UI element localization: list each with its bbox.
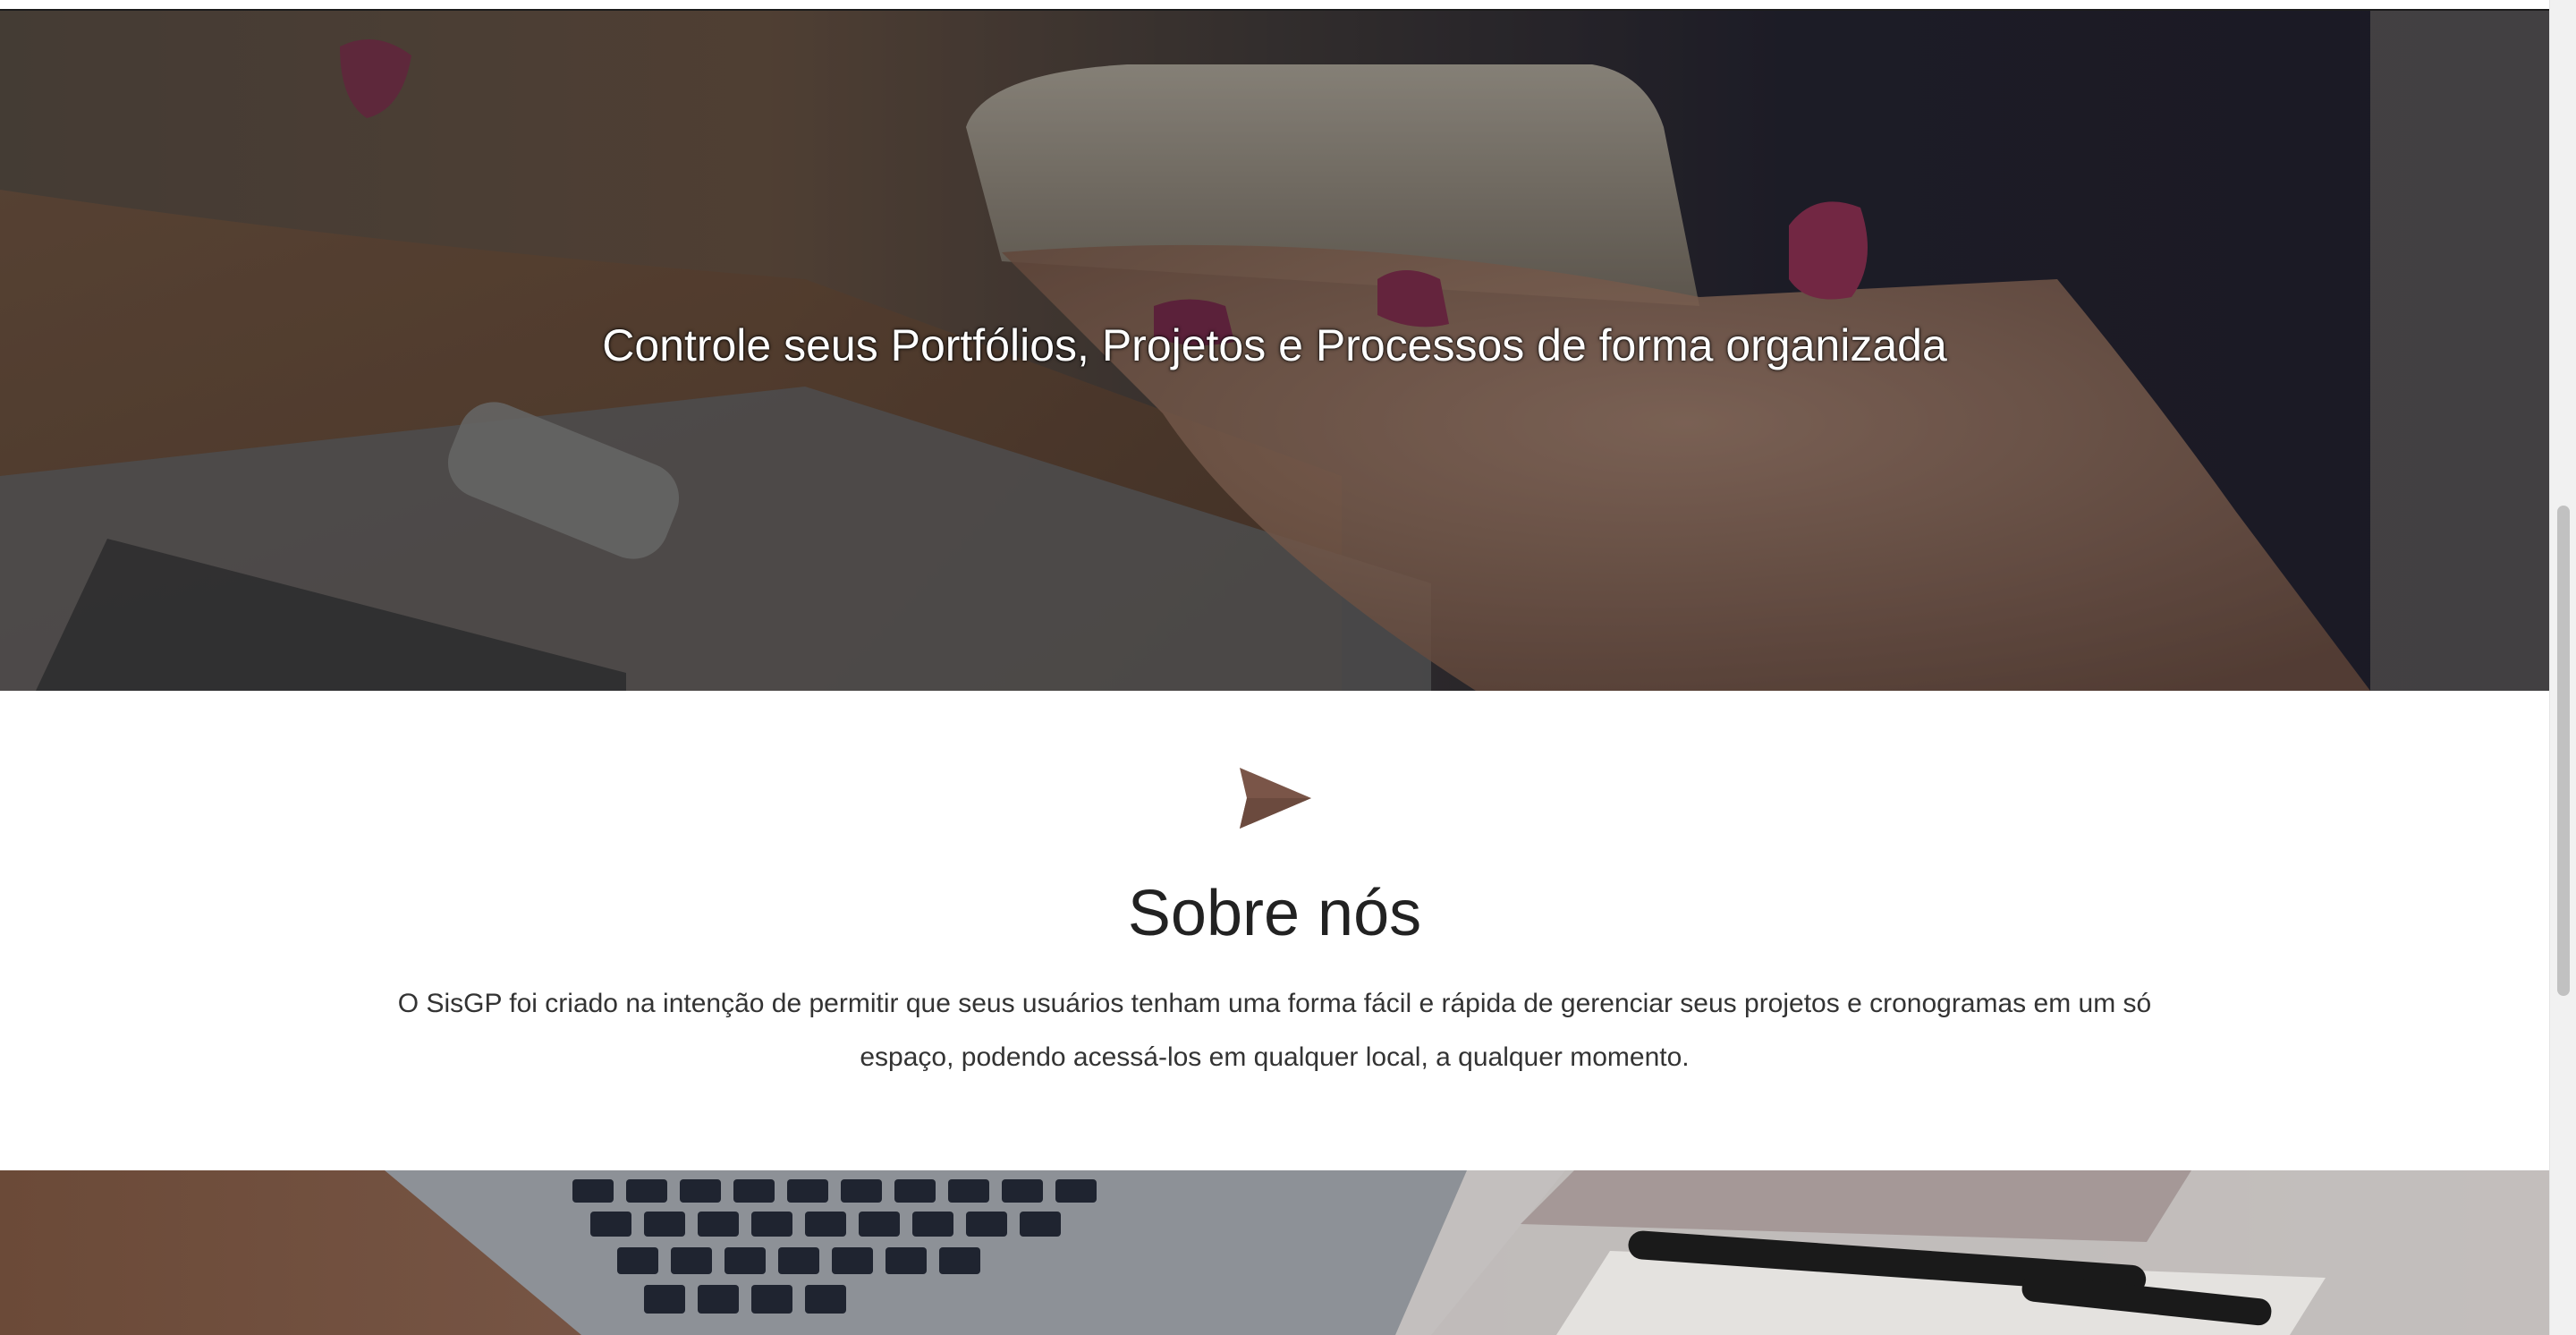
hero-title: Controle seus Portfólios, Projetos e Pro…: [602, 320, 1947, 370]
about-section: Sobre nós O SisGP foi criado na intenção…: [0, 691, 2549, 1170]
scrollbar-thumb[interactable]: [2557, 506, 2570, 996]
about-title: Sobre nós: [1127, 878, 1422, 949]
page-scrollbar[interactable]: [2549, 0, 2576, 1335]
about-text-line-1: O SisGP foi criado na intenção de permit…: [397, 989, 2152, 1018]
hero-section: Controle seus Portfólios, Projetos e Pro…: [0, 11, 2549, 691]
send-icon: [1240, 768, 1311, 829]
about-text: O SisGP foi criado na intenção de permit…: [394, 977, 2156, 1084]
top-bar: [0, 0, 2549, 11]
laptop-image-band: [0, 1170, 2549, 1335]
about-text-line-2: espaço, podendo acessá-los em qualquer l…: [860, 1042, 1690, 1072]
laptop-background-image: [0, 1170, 2549, 1335]
